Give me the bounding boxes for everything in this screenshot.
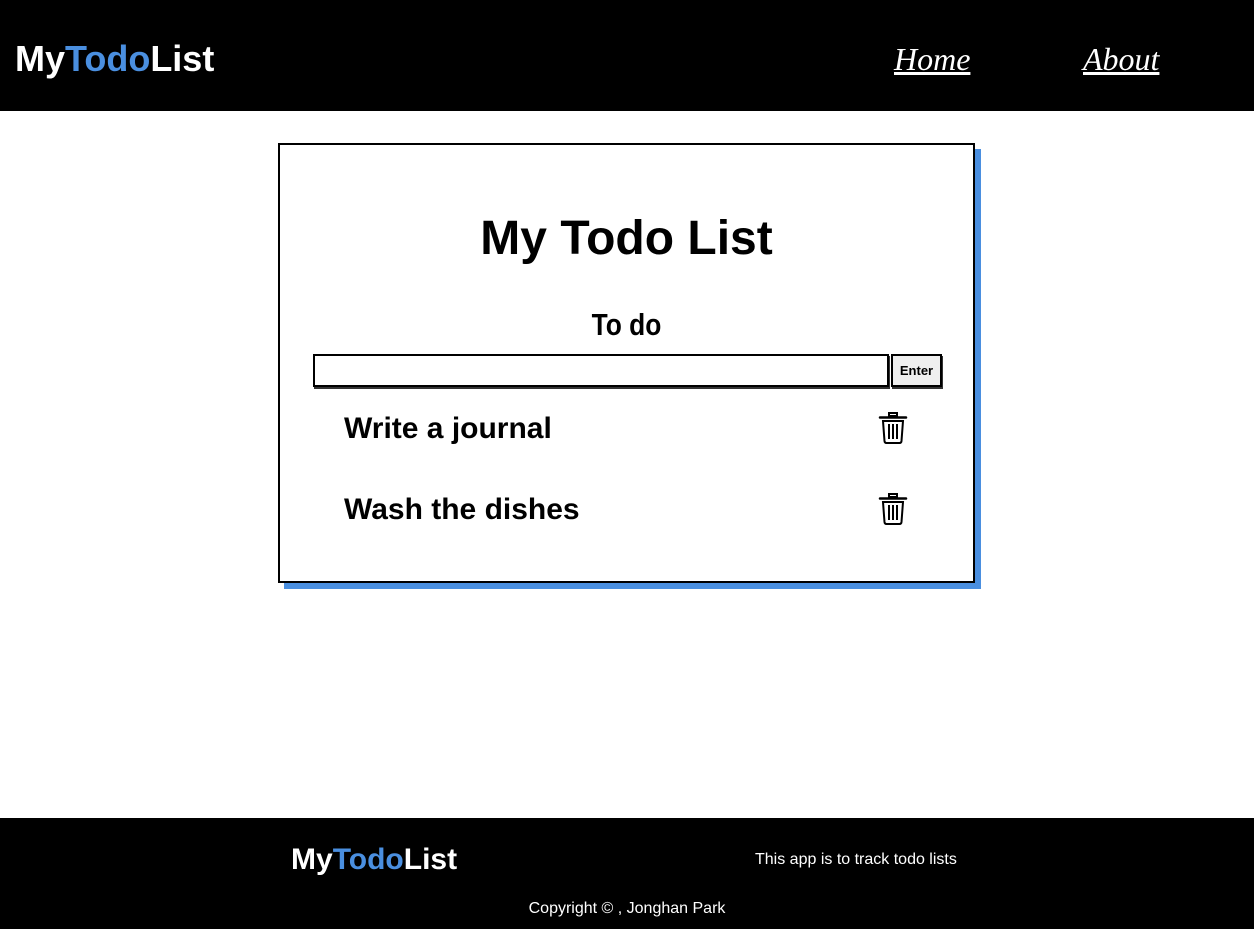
nav-home-link[interactable]: Home (894, 40, 970, 78)
trash-icon (878, 493, 908, 525)
header-bar: MyTodoList Home About (0, 0, 1254, 111)
logo-part-todo: Todo (332, 843, 404, 876)
footer-logo: MyTodoList (291, 842, 457, 878)
todo-item-text: Write a journal (344, 412, 552, 445)
footer-bar: MyTodoList This app is to track todo lis… (0, 818, 1254, 929)
logo-part-my: My (15, 38, 66, 79)
enter-button[interactable]: Enter (891, 354, 942, 387)
todo-item: Wash the dishes (344, 490, 914, 530)
logo-part-my: My (291, 843, 333, 876)
logo-part-list: List (403, 843, 458, 876)
todo-section-label: To do (591, 307, 662, 342)
page-title: My Todo List (480, 212, 773, 265)
todo-card: My Todo List To do Enter Write a journal… (278, 143, 975, 583)
copyright-text: Copyright © , Jonghan Park (528, 900, 726, 917)
todo-item: Write a journal (344, 409, 914, 449)
logo-part-list: List (150, 38, 215, 79)
logo-part-todo: Todo (65, 38, 151, 79)
delete-button[interactable] (878, 412, 908, 444)
todo-input[interactable] (313, 354, 889, 387)
trash-icon (878, 412, 908, 444)
delete-button[interactable] (878, 493, 908, 525)
header-logo[interactable]: MyTodoList (15, 38, 214, 80)
nav-about-link[interactable]: About (1083, 40, 1159, 78)
todo-item-text: Wash the dishes (344, 493, 580, 526)
footer-description: This app is to track todo lists (755, 851, 957, 868)
